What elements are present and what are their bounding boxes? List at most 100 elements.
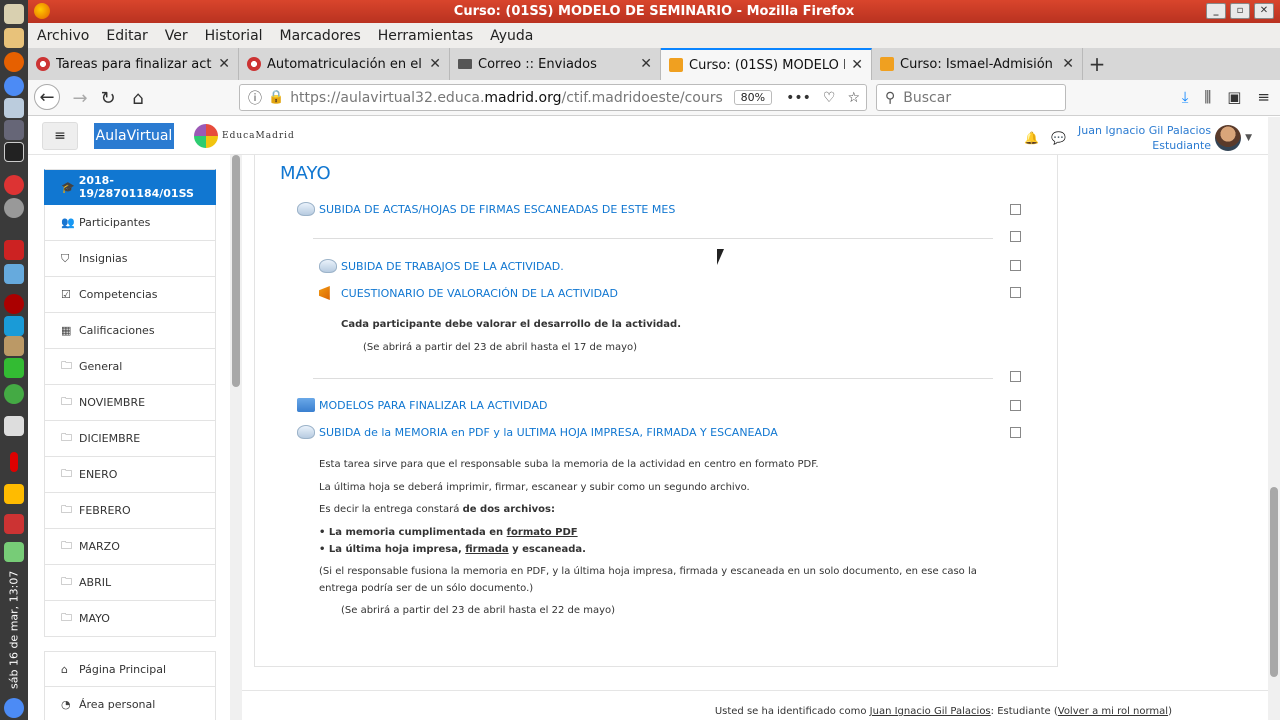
sidebar-item-enero[interactable]: 🗀 ENERO [44, 457, 216, 493]
puzzle-icon[interactable] [4, 416, 24, 436]
info-icon[interactable]: ⓘ [248, 88, 262, 108]
url-text[interactable]: https://aulavirtual32.educa.madrid.org/c… [290, 90, 733, 106]
page-actions-icon[interactable]: ••• [786, 90, 811, 106]
activity-link[interactable]: SUBIDA DE TRABAJOS DE LA ACTIVIDAD. [341, 260, 564, 273]
activity-cuestionario[interactable]: CUESTIONARIO DE VALORACIÓN DE LA ACTIVID… [319, 286, 618, 300]
menu-editar[interactable]: Editar [106, 28, 147, 44]
back-arrow-icon[interactable]: ← [34, 84, 60, 110]
sidebar-item-course[interactable]: 🎓 2018-19/28701184/01SS [44, 169, 216, 205]
tab-tareas[interactable]: Tareas para finalizar act ✕ [28, 48, 239, 80]
activity-link[interactable]: CUESTIONARIO DE VALORACIÓN DE LA ACTIVID… [341, 287, 618, 300]
hamburger-menu-icon[interactable]: ≡ [1257, 88, 1270, 106]
menu-ver[interactable]: Ver [165, 28, 188, 44]
tab-close-icon[interactable]: ✕ [1062, 56, 1074, 72]
minimize-icon[interactable]: _ [1206, 3, 1226, 19]
avatar[interactable] [1215, 125, 1242, 151]
sidebar-toggle-icon[interactable]: ▣ [1227, 88, 1241, 106]
pocket-icon[interactable]: ♡ [823, 90, 836, 106]
sidebar-item-noviembre[interactable]: 🗀 NOVIEMBRE [44, 385, 216, 421]
taskbar-clock[interactable]: sáb 16 de mar, 13:07 [3, 565, 25, 695]
menu-herramientas[interactable]: Herramientas [378, 28, 473, 44]
record-icon[interactable] [4, 294, 24, 314]
files-icon[interactable] [4, 98, 24, 118]
search-input[interactable]: ⚲ Buscar [876, 84, 1066, 111]
skype-icon[interactable] [4, 316, 24, 336]
completion-checkbox[interactable] [1010, 400, 1021, 411]
bell-icon[interactable]: 🔔 [1024, 131, 1039, 145]
chromium-icon[interactable] [4, 175, 24, 195]
tab-close-icon[interactable]: ✕ [851, 57, 863, 73]
scrollbar-thumb[interactable] [1270, 487, 1278, 677]
chevron-down-icon[interactable]: ▼ [1245, 133, 1252, 143]
activity-subida-trabajos[interactable]: SUBIDA DE TRABAJOS DE LA ACTIVIDAD. [319, 259, 564, 273]
firmada-link[interactable]: firmada [465, 544, 508, 555]
notes-app-icon[interactable] [4, 28, 24, 48]
sidebar-item-pagina-principal[interactable]: ⌂ Página Principal [44, 651, 216, 687]
forward-arrow-icon[interactable]: → [68, 86, 92, 110]
sidebar-item-mayo[interactable]: 🗀 MAYO [44, 601, 216, 637]
completion-checkbox[interactable] [1010, 260, 1021, 271]
tab-automatriculacion[interactable]: Automatriculación en el ✕ [239, 48, 450, 80]
lock-icon[interactable]: 🔒 [268, 90, 284, 105]
aula-virtual-button[interactable]: AulaVirtual [94, 123, 174, 149]
firefox-icon[interactable] [4, 52, 24, 72]
update-icon[interactable] [4, 358, 24, 378]
box-icon[interactable] [4, 264, 24, 284]
sidebar-item-marzo[interactable]: 🗀 MARZO [44, 529, 216, 565]
image-editor-icon[interactable] [4, 336, 24, 356]
menu-archivo[interactable]: Archivo [37, 28, 89, 44]
tab-close-icon[interactable]: ✕ [218, 56, 230, 72]
alert-icon[interactable] [10, 452, 18, 472]
drawer-toggle-button[interactable]: ≡ [42, 122, 78, 150]
sidebar-item-febrero[interactable]: 🗀 FEBRERO [44, 493, 216, 529]
sidebar-item-competencias[interactable]: ☑ Competencias [44, 277, 216, 313]
completion-checkbox[interactable] [1010, 427, 1021, 438]
tab-correo[interactable]: Correo :: Enviados ✕ [450, 48, 661, 80]
menu-ayuda[interactable]: Ayuda [490, 28, 533, 44]
app-launcher-icon[interactable] [4, 4, 24, 24]
completion-checkbox[interactable] [1010, 204, 1021, 215]
sidebar-item-abril[interactable]: 🗀 ABRIL [44, 565, 216, 601]
tab-curso-modelo[interactable]: Curso: (01SS) MODELO D ✕ [661, 48, 872, 80]
settings-icon[interactable] [4, 198, 24, 218]
menu-historial[interactable]: Historial [205, 28, 263, 44]
activity-link[interactable]: MODELOS PARA FINALIZAR LA ACTIVIDAD [319, 399, 547, 412]
user-profile-link[interactable]: Juan Ignacio Gil Palacios [870, 706, 991, 717]
user-menu[interactable]: 🔔 💬 Juan Ignacio Gil Palacios Estudiante… [1024, 123, 1268, 153]
camera-icon[interactable] [4, 142, 24, 162]
chrome-icon[interactable] [4, 76, 24, 96]
url-bar[interactable]: ⓘ 🔒 https://aulavirtual32.educa.madrid.o… [239, 84, 867, 111]
activity-subida-actas[interactable]: SUBIDA DE ACTAS/HOJAS DE FIRMAS ESCANEAD… [297, 202, 675, 216]
sidebar-item-area-personal[interactable]: ◔ Área personal [44, 687, 216, 720]
home-icon[interactable]: ⌂ [126, 86, 150, 110]
page-scrollbar[interactable] [1268, 117, 1280, 720]
chat-icon[interactable]: 💬 [1051, 131, 1066, 145]
sidebar-item-insignias[interactable]: ⛉ Insignias [44, 241, 216, 277]
library-icon[interactable]: ⫼ [1204, 88, 1211, 106]
completion-checkbox[interactable] [1010, 287, 1021, 298]
return-role-link[interactable]: Volver a mi rol normal [1058, 706, 1168, 717]
completion-checkbox[interactable] [1010, 231, 1021, 242]
check-icon[interactable] [4, 384, 24, 404]
new-tab-button[interactable]: + [1083, 48, 1111, 80]
tab-close-icon[interactable]: ✕ [640, 56, 652, 72]
activity-modelos[interactable]: MODELOS PARA FINALIZAR LA ACTIVIDAD [297, 398, 547, 412]
network-icon[interactable] [4, 542, 24, 562]
tab-curso-ismael[interactable]: Curso: Ismael-Admisión ✕ [872, 48, 1083, 80]
speaker-icon[interactable] [4, 514, 24, 534]
chrome-bottom-icon[interactable] [4, 698, 24, 718]
bars-icon[interactable] [4, 484, 24, 504]
scrollbar-thumb[interactable] [232, 155, 240, 387]
sidebar-item-calificaciones[interactable]: ▦ Calificaciones [44, 313, 216, 349]
close-icon[interactable]: ✕ [1254, 3, 1274, 19]
sidebar-item-general[interactable]: 🗀 General [44, 349, 216, 385]
activity-subida-memoria[interactable]: SUBIDA de la MEMORIA en PDF y la ULTIMA … [297, 425, 778, 439]
sidebar-item-diciembre[interactable]: 🗀 DICIEMBRE [44, 421, 216, 457]
reload-icon[interactable]: ↻ [96, 86, 120, 110]
user-info[interactable]: Juan Ignacio Gil Palacios Estudiante [1078, 123, 1211, 153]
menu-marcadores[interactable]: Marcadores [280, 28, 361, 44]
terminal-icon[interactable] [4, 120, 24, 140]
maximize-icon[interactable]: ▫ [1230, 3, 1250, 19]
media-icon[interactable] [4, 240, 24, 260]
bookmark-star-icon[interactable]: ☆ [847, 90, 860, 106]
